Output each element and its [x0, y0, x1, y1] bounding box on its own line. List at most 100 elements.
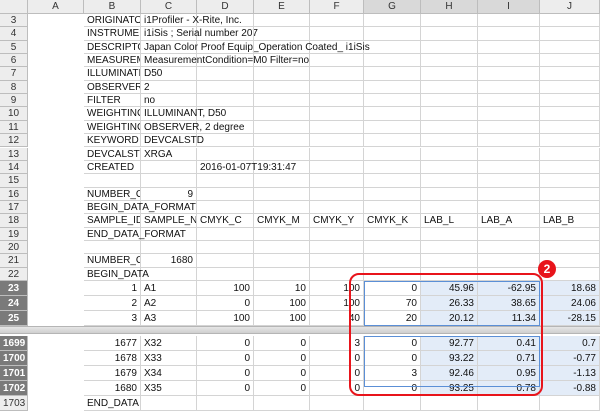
table-cell-c21[interactable]: [197, 254, 254, 268]
table-cell-b1699[interactable]: X32: [141, 336, 197, 351]
table-cell-d18[interactable]: CMYK_M: [254, 214, 310, 228]
table-cell-i14[interactable]: [540, 160, 600, 175]
row-header[interactable]: 25: [0, 311, 28, 326]
table-cell-d9[interactable]: [254, 94, 310, 108]
table-cell-b8[interactable]: 2: [141, 80, 197, 95]
table-cell-f10[interactable]: [364, 107, 421, 121]
table-cell-d19[interactable]: [254, 227, 310, 241]
table-cell-b25[interactable]: A3: [141, 311, 197, 326]
table-cell-i1701[interactable]: -1.13: [540, 366, 600, 381]
table-cell-c9[interactable]: [197, 94, 254, 108]
table-cell-a1699[interactable]: 1677: [84, 336, 141, 351]
table-cell-a5[interactable]: DESCRIPTOR: [84, 40, 141, 55]
table-cell-c1702[interactable]: 0: [197, 381, 254, 396]
table-cell-c24[interactable]: 0: [197, 296, 254, 311]
table-cell-a21[interactable]: NUMBER_OF: [84, 254, 141, 268]
row-header[interactable]: 1699: [0, 336, 28, 351]
table-cell-c4[interactable]: [197, 27, 254, 41]
table-cell-b4[interactable]: i1iSis ; Serial number 207: [141, 27, 258, 41]
table-cell-c10[interactable]: [197, 107, 254, 121]
table-cell-f5[interactable]: [364, 40, 421, 55]
table-cell-g8[interactable]: [421, 80, 478, 95]
table-cell-e19[interactable]: [310, 227, 364, 241]
row-header[interactable]: 4: [0, 27, 28, 41]
table-cell-d10[interactable]: [254, 107, 310, 121]
table-cell-d15[interactable]: [254, 174, 310, 188]
table-cell-a9[interactable]: FILTER: [84, 94, 141, 108]
table-cell-b21[interactable]: 1680: [141, 254, 197, 268]
table-cell-b18[interactable]: SAMPLE_NAI: [141, 214, 197, 228]
table-cell-b22[interactable]: [141, 267, 197, 281]
table-cell-g3[interactable]: [421, 14, 478, 28]
table-cell-b14[interactable]: [141, 160, 197, 175]
table-cell-a8[interactable]: OBSERVER_A: [84, 80, 141, 95]
row-header[interactable]: 1702: [0, 381, 28, 396]
table-cell-f1703[interactable]: [364, 396, 421, 411]
table-cell-d24[interactable]: 100: [254, 296, 310, 311]
table-cell-g10[interactable]: [421, 107, 478, 121]
table-cell-g7[interactable]: [421, 67, 478, 81]
table-cell-c22[interactable]: [197, 267, 254, 281]
table-cell-c12[interactable]: [197, 134, 254, 148]
row-header[interactable]: 5: [0, 40, 28, 55]
table-cell-h16[interactable]: [478, 187, 540, 201]
table-cell-h15[interactable]: [478, 174, 540, 188]
row-header[interactable]: 16: [0, 187, 28, 201]
table-cell-i15[interactable]: [540, 174, 600, 188]
row-header[interactable]: 24: [0, 296, 28, 311]
table-cell-h10[interactable]: [478, 107, 540, 121]
table-cell-i12[interactable]: [540, 134, 600, 148]
table-cell-f9[interactable]: [364, 94, 421, 108]
column-header-j[interactable]: J: [540, 0, 600, 14]
table-cell-d22[interactable]: [254, 267, 310, 281]
table-cell-b19[interactable]: [141, 227, 197, 241]
table-cell-h20[interactable]: [478, 240, 540, 255]
column-header-h[interactable]: H: [421, 0, 478, 14]
table-cell-a1700[interactable]: 1678: [84, 351, 141, 366]
table-cell-i1699[interactable]: 0.7: [540, 336, 600, 351]
table-cell-a14[interactable]: CREATED: [84, 160, 141, 175]
table-cell-h12[interactable]: [478, 134, 540, 148]
table-cell-b1701[interactable]: X34: [141, 366, 197, 381]
table-cell-d21[interactable]: [254, 254, 310, 268]
table-cell-i11[interactable]: [540, 120, 600, 135]
column-header-c[interactable]: C: [141, 0, 197, 14]
row-header[interactable]: 10: [0, 107, 28, 121]
table-cell-a12[interactable]: KEYWORD: [84, 134, 141, 148]
row-header[interactable]: 12: [0, 134, 28, 148]
table-cell-i1700[interactable]: -0.77: [540, 351, 600, 366]
table-cell-a16[interactable]: NUMBER_OF: [84, 187, 141, 201]
table-cell-a1701[interactable]: 1679: [84, 366, 141, 381]
table-cell-e17[interactable]: [310, 200, 364, 215]
table-cell-d1700[interactable]: 0: [254, 351, 310, 366]
table-cell-d25[interactable]: 100: [254, 311, 310, 326]
table-cell-h9[interactable]: [478, 94, 540, 108]
table-cell-g20[interactable]: [421, 240, 478, 255]
table-cell-b6[interactable]: MeasurementCondition=M0 Filter=no: [141, 54, 309, 68]
table-cell-h19[interactable]: [478, 227, 540, 241]
row-header[interactable]: 7: [0, 67, 28, 81]
row-header[interactable]: 9: [0, 94, 28, 108]
table-cell-e4[interactable]: [310, 27, 364, 41]
table-cell-e11[interactable]: [310, 120, 364, 135]
table-cell-g16[interactable]: [421, 187, 478, 201]
row-header[interactable]: 23: [0, 281, 28, 296]
table-cell-d13[interactable]: [254, 147, 310, 161]
table-cell-a20[interactable]: [84, 240, 141, 255]
table-cell-e15[interactable]: [310, 174, 364, 188]
table-cell-a25[interactable]: 3: [84, 311, 141, 326]
column-header-e[interactable]: E: [254, 0, 310, 14]
row-header[interactable]: 6: [0, 54, 28, 68]
table-cell-c1703[interactable]: [197, 396, 254, 411]
table-cell-c3[interactable]: [197, 14, 254, 28]
table-cell-e21[interactable]: [310, 254, 364, 268]
table-cell-i13[interactable]: [540, 147, 600, 161]
row-header[interactable]: 15: [0, 174, 28, 188]
table-cell-e10[interactable]: [310, 107, 364, 121]
table-cell-d12[interactable]: [254, 134, 310, 148]
table-cell-i18[interactable]: LAB_B: [540, 214, 600, 228]
table-cell-e9[interactable]: [310, 94, 364, 108]
table-cell-c13[interactable]: [197, 147, 254, 161]
table-cell-a13[interactable]: DEVCALSTD: [84, 147, 141, 161]
table-cell-b11[interactable]: OBSERVER, 2 degree: [141, 120, 244, 135]
